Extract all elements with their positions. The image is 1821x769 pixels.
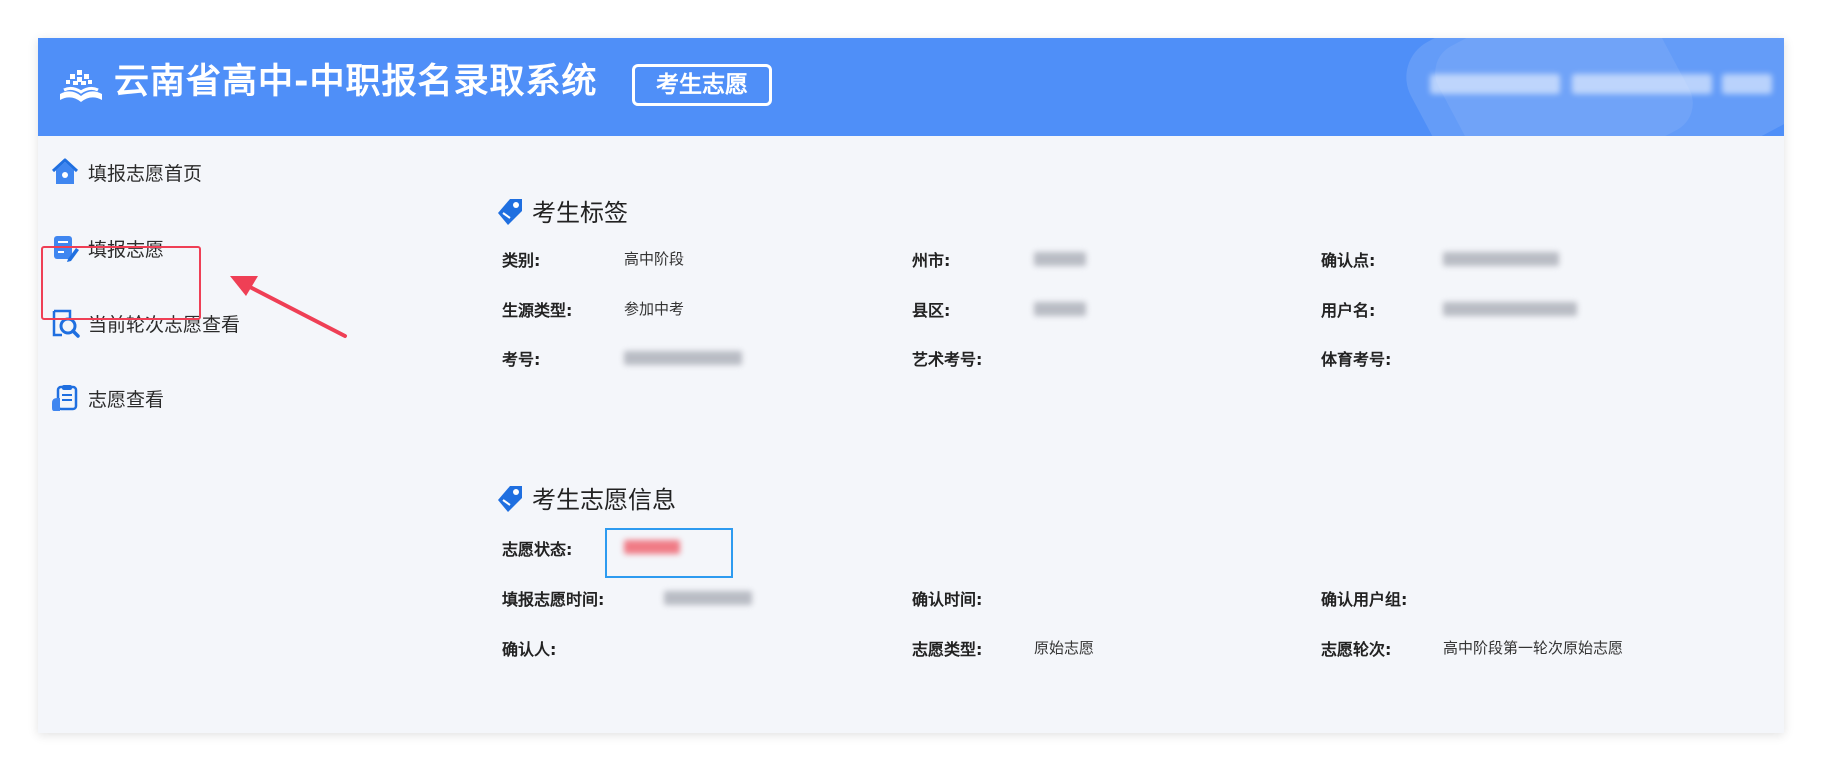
book-logo-icon [60,70,102,102]
page-badge: 考生志愿 [632,64,772,106]
section-title-tags: 考生标签 [494,193,628,228]
field-value-exam-number-blurred [624,351,742,365]
user-info-blurred [1430,74,1560,94]
field-value-confirm-point-blurred [1443,252,1559,266]
tag-icon [498,485,522,512]
field-label: 县区: [912,301,951,320]
header-banner: 云南省高中-中职报名录取系统 考生志愿 [38,38,1784,136]
field-label: 志愿轮次: [1321,640,1392,659]
app-window: 云南省高中-中职报名录取系统 考生志愿 填报志愿首页 填报志愿 当前轮次志愿查看… [38,38,1784,733]
sidebar-item-label: 填报志愿首页 [88,162,203,185]
section-title-text: 考生标签 [532,199,628,227]
field-value-category: 高中阶段 [624,250,685,268]
highlight-box [41,246,201,320]
field-label: 填报志愿时间: [502,590,605,609]
field-label: 州市: [912,251,951,270]
section-title-text: 考生志愿信息 [532,486,676,514]
field-value-city-blurred [1034,252,1086,266]
field-label: 考号: [502,350,541,369]
tag-icon [498,198,522,225]
field-label: 志愿类型: [912,640,983,659]
field-label: 体育考号: [1321,350,1392,369]
field-label: 类别: [502,251,541,270]
home-icon [51,158,79,184]
user-info-blurred [1572,74,1712,94]
app-title: 云南省高中-中职报名录取系统 [114,62,598,102]
field-value-source-type: 参加中考 [624,300,685,318]
field-label: 确认时间: [912,590,983,609]
section-title-volunteer-info: 考生志愿信息 [494,480,676,515]
sidebar-item-view-volunteer[interactable]: 志愿查看 [50,378,164,418]
field-value-status-blurred [624,540,680,554]
field-label: 确认点: [1321,251,1376,270]
field-label: 确认人: [502,640,557,659]
field-label: 用户名: [1321,301,1376,320]
field-label: 生源类型: [502,301,573,320]
sidebar-item-label: 志愿查看 [88,388,165,411]
sidebar-item-home[interactable]: 填报志愿首页 [50,152,202,192]
field-value-fill-time-blurred [664,591,752,605]
field-value-username-blurred [1443,302,1577,316]
annotation-arrow-icon [230,276,347,338]
sidebar [38,136,238,733]
field-value-county-blurred [1034,302,1086,316]
field-label: 确认用户组: [1321,590,1408,609]
field-value-volunteer-type: 原始志愿 [1034,639,1095,657]
field-value-volunteer-round: 高中阶段第一轮次原始志愿 [1443,639,1624,657]
clipboard-icon [52,385,78,411]
field-label: 艺术考号: [912,350,983,369]
logout-blurred[interactable] [1722,74,1772,94]
field-label: 志愿状态: [502,540,573,559]
